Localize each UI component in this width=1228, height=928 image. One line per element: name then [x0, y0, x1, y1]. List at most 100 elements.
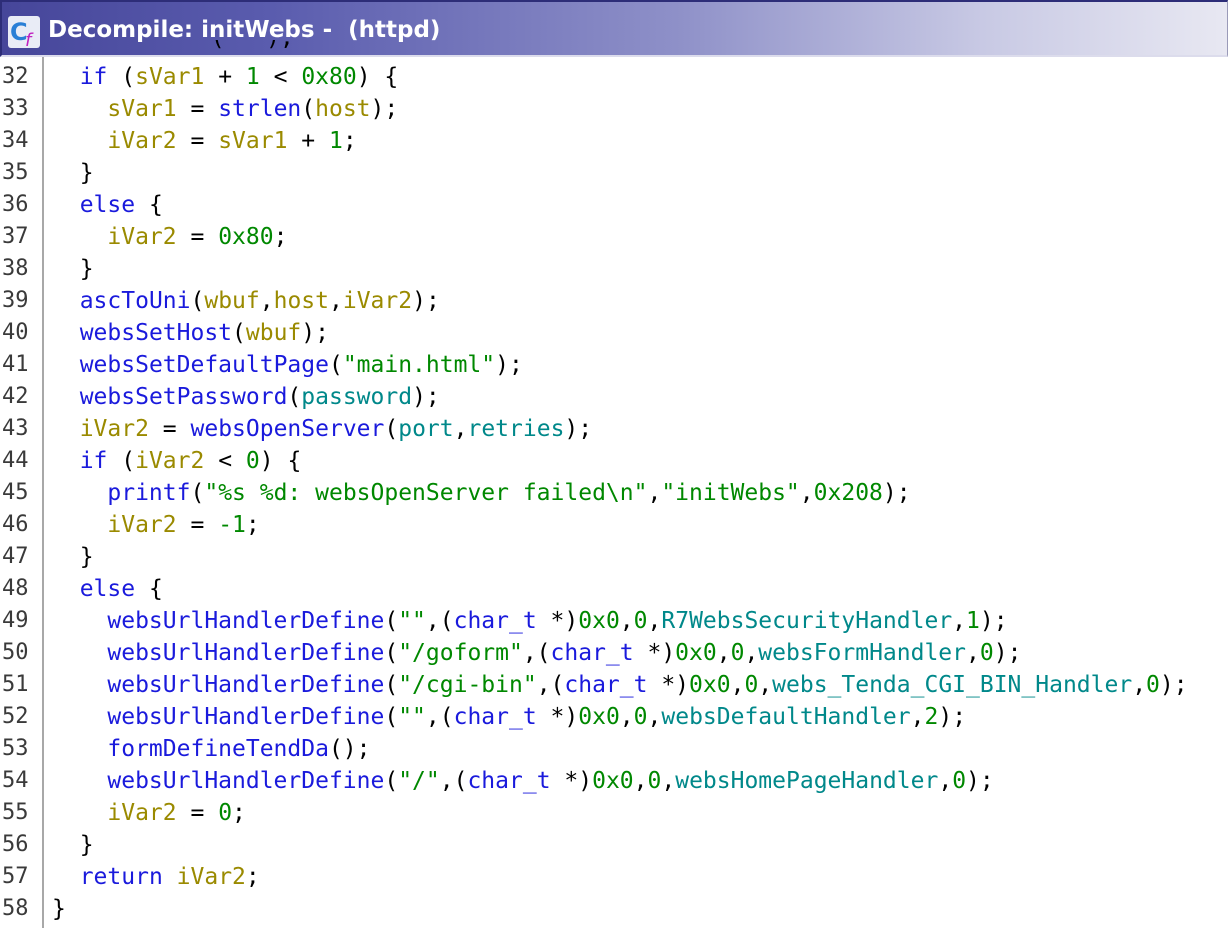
- code-line[interactable]: sVar1 = strlen(host);: [52, 93, 398, 125]
- code-line[interactable]: websUrlHandlerDefine("",(char_t *)0x0,0,…: [52, 701, 966, 733]
- code-token-var[interactable]: iVar2: [107, 800, 176, 826]
- code-line[interactable]: }: [52, 893, 66, 925]
- code-token-str[interactable]: "": [398, 608, 426, 634]
- code-line[interactable]: websUrlHandlerDefine("",(char_t *)0x0,0,…: [52, 605, 1007, 637]
- code-line[interactable]: else {: [52, 189, 163, 221]
- code-line[interactable]: websUrlHandlerDefine("/cgi-bin",(char_t …: [52, 669, 1187, 701]
- code-token-fn[interactable]: strlen: [218, 96, 301, 122]
- code-token-fn[interactable]: websUrlHandlerDefine: [107, 704, 384, 730]
- code-token-var[interactable]: iVar2: [343, 288, 412, 314]
- code-token-num[interactable]: 1: [966, 608, 980, 634]
- code-token-var[interactable]: iVar2: [107, 224, 176, 250]
- code-token-fn[interactable]: websOpenServer: [191, 416, 385, 442]
- code-token-num[interactable]: 0: [731, 640, 745, 666]
- code-token-type[interactable]: char_t: [551, 640, 634, 666]
- code-token-var[interactable]: host: [274, 288, 329, 314]
- code-token-num[interactable]: 0x0: [578, 608, 620, 634]
- decompiled-code-area[interactable]: if (sVar1 + 1 < 0x80) { sVar1 = strlen(h…: [52, 57, 1228, 928]
- code-token-var[interactable]: sVar1: [107, 96, 176, 122]
- code-line[interactable]: iVar2 = 0x80;: [52, 221, 287, 253]
- code-token-str[interactable]: "/cgi-bin": [398, 672, 536, 698]
- code-token-str[interactable]: "/": [398, 768, 440, 794]
- code-line[interactable]: ascToUni(wbuf,host,iVar2);: [52, 285, 440, 317]
- code-token-kw[interactable]: return: [80, 864, 163, 890]
- code-token-num[interactable]: 0: [648, 768, 662, 794]
- code-token-fn[interactable]: printf: [107, 480, 190, 506]
- code-token-var[interactable]: wbuf: [204, 288, 259, 314]
- code-line[interactable]: websUrlHandlerDefine("/",(char_t *)0x0,0…: [52, 765, 993, 797]
- code-token-type[interactable]: char_t: [564, 672, 647, 698]
- code-token-fn[interactable]: formDefineTendDa: [107, 736, 329, 762]
- code-token-fn[interactable]: websSetPassword: [80, 384, 288, 410]
- code-token-type[interactable]: char_t: [454, 704, 537, 730]
- code-token-param[interactable]: websHomePageHandler: [675, 768, 938, 794]
- code-token-num[interactable]: 2: [924, 704, 938, 730]
- code-token-param[interactable]: retries: [467, 416, 564, 442]
- code-token-num[interactable]: 0: [1146, 672, 1160, 698]
- code-token-kw[interactable]: if: [80, 64, 108, 90]
- code-line[interactable]: iVar2 = 0;: [52, 797, 246, 829]
- code-line[interactable]: websUrlHandlerDefine("/goform",(char_t *…: [52, 637, 1021, 669]
- code-token-var[interactable]: host: [315, 96, 370, 122]
- code-token-fn[interactable]: ascToUni: [80, 288, 191, 314]
- code-line[interactable]: formDefineTendDa();: [52, 733, 370, 765]
- code-line[interactable]: }: [52, 253, 94, 285]
- code-token-num[interactable]: 0: [246, 448, 260, 474]
- code-token-num[interactable]: 0x0: [675, 640, 717, 666]
- code-line[interactable]: iVar2 = sVar1 + 1;: [52, 125, 356, 157]
- code-token-num[interactable]: 0x80: [301, 64, 356, 90]
- code-token-num[interactable]: 0x80: [218, 224, 273, 250]
- code-line[interactable]: iVar2 = websOpenServer(port,retries);: [52, 413, 592, 445]
- code-token-str[interactable]: "initWebs": [661, 480, 799, 506]
- code-token-num[interactable]: 0: [634, 608, 648, 634]
- code-line[interactable]: printf("%s %d: websOpenServer failed\n",…: [52, 477, 910, 509]
- code-token-num[interactable]: 0x0: [689, 672, 731, 698]
- code-token-fn[interactable]: websSetHost: [80, 320, 232, 346]
- code-token-type[interactable]: char_t: [467, 768, 550, 794]
- code-token-var[interactable]: iVar2: [107, 512, 176, 538]
- code-token-num[interactable]: 0: [744, 672, 758, 698]
- code-token-var[interactable]: iVar2: [135, 448, 204, 474]
- code-token-num[interactable]: 1: [329, 128, 343, 154]
- code-line[interactable]: websSetDefaultPage("main.html");: [52, 349, 523, 381]
- code-token-fn[interactable]: websUrlHandlerDefine: [107, 672, 384, 698]
- code-token-num[interactable]: 0x0: [578, 704, 620, 730]
- code-token-str[interactable]: "/goform": [398, 640, 523, 666]
- code-token-fn[interactable]: websSetDefaultPage: [80, 352, 329, 378]
- code-line[interactable]: iVar2 = -1;: [52, 509, 259, 541]
- code-line[interactable]: else {: [52, 573, 163, 605]
- code-token-str[interactable]: "%s %d: websOpenServer failed\n": [204, 480, 647, 506]
- code-token-param[interactable]: password: [301, 384, 412, 410]
- code-token-param[interactable]: R7WebsSecurityHandler: [661, 608, 952, 634]
- code-token-kw[interactable]: else: [80, 576, 135, 602]
- code-token-str[interactable]: "": [398, 704, 426, 730]
- code-token-type[interactable]: char_t: [454, 608, 537, 634]
- code-token-var[interactable]: sVar1: [218, 128, 287, 154]
- code-token-num[interactable]: 0: [218, 800, 232, 826]
- code-token-param[interactable]: port: [398, 416, 453, 442]
- code-token-num[interactable]: 0x208: [814, 480, 883, 506]
- code-line[interactable]: }: [52, 829, 94, 861]
- code-token-num[interactable]: -1: [218, 512, 246, 538]
- code-token-param[interactable]: websDefaultHandler: [661, 704, 910, 730]
- code-line[interactable]: websSetHost(wbuf);: [52, 317, 329, 349]
- code-token-var[interactable]: wbuf: [246, 320, 301, 346]
- code-token-param[interactable]: websFormHandler: [758, 640, 966, 666]
- code-token-str[interactable]: "main.html": [343, 352, 495, 378]
- code-line[interactable]: if (sVar1 + 1 < 0x80) {: [52, 61, 399, 93]
- code-line[interactable]: }: [52, 541, 94, 573]
- code-token-var[interactable]: iVar2: [80, 416, 149, 442]
- code-token-var[interactable]: iVar2: [177, 864, 246, 890]
- code-token-var[interactable]: sVar1: [135, 64, 204, 90]
- code-token-num[interactable]: 0: [952, 768, 966, 794]
- code-token-fn[interactable]: websUrlHandlerDefine: [107, 640, 384, 666]
- code-token-var[interactable]: iVar2: [107, 128, 176, 154]
- code-line[interactable]: }: [52, 157, 94, 189]
- code-token-kw[interactable]: if: [80, 448, 108, 474]
- code-token-kw[interactable]: else: [80, 192, 135, 218]
- code-line[interactable]: return iVar2;: [52, 861, 260, 893]
- code-token-param[interactable]: webs_Tenda_CGI_BIN_Handler: [772, 672, 1132, 698]
- code-token-fn[interactable]: websUrlHandlerDefine: [107, 768, 384, 794]
- code-token-num[interactable]: 0: [980, 640, 994, 666]
- code-token-num[interactable]: 0x0: [592, 768, 634, 794]
